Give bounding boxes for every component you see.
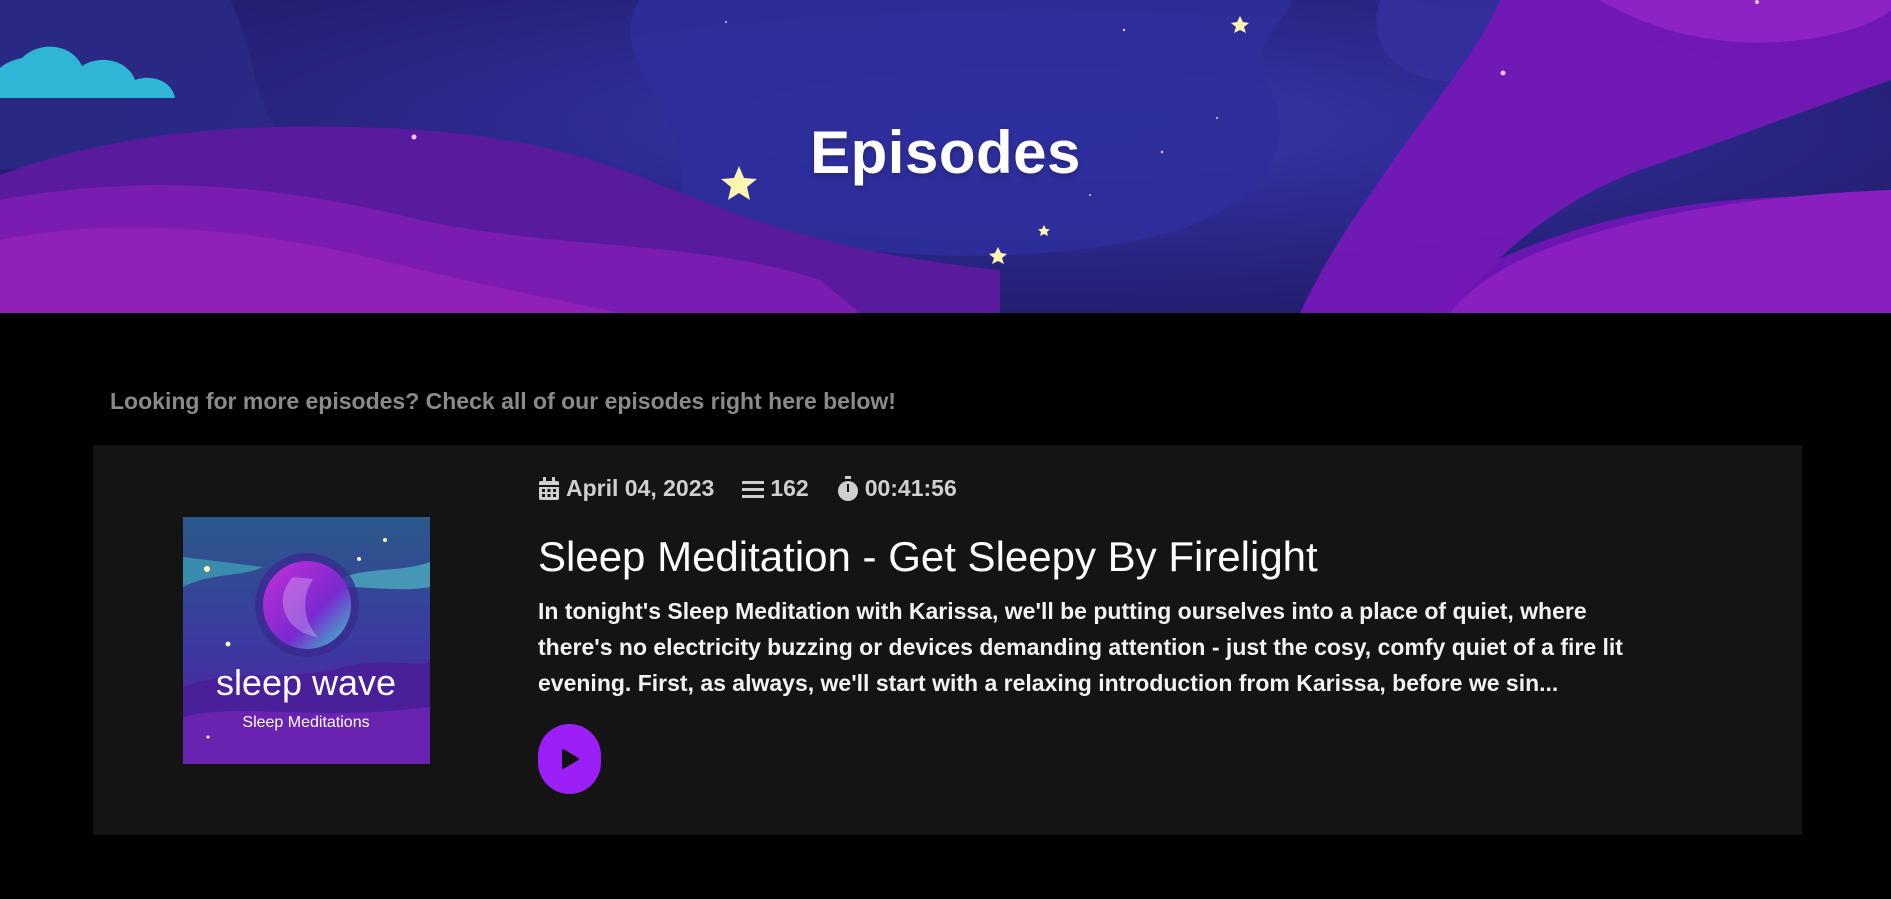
episode-description: In tonight's Sleep Meditation with Karis… <box>538 598 1623 696</box>
list-icon <box>742 480 765 498</box>
play-icon <box>561 749 579 769</box>
calendar-icon <box>539 476 559 500</box>
episode-duration-text: 00:41:56 <box>864 475 957 501</box>
episode-meta: April 04, 2023 162 00:41:56 <box>538 475 985 502</box>
hero-banner: Episodes <box>0 0 1891 313</box>
episode-number: 162 <box>742 475 809 502</box>
intro-text: Looking for more episodes? Check all of … <box>110 388 896 414</box>
episode-date: April 04, 2023 <box>538 475 714 502</box>
play-button[interactable] <box>538 724 601 794</box>
episode-duration: 00:41:56 <box>837 475 957 502</box>
episode-card: sleep wave Sleep Meditations April 04, 2… <box>93 445 1802 835</box>
episode-cover-art[interactable]: sleep wave Sleep Meditations <box>183 517 430 764</box>
stopwatch-icon <box>837 475 858 501</box>
page-title: Episodes <box>810 119 1081 186</box>
episode-date-text: April 04, 2023 <box>566 475 715 501</box>
episode-number-text: 162 <box>770 475 809 501</box>
episode-title[interactable]: Sleep Meditation - Get Sleepy By Firelig… <box>538 533 1318 581</box>
svg-text:Sleep Meditations: Sleep Meditations <box>242 714 369 731</box>
svg-text:sleep wave: sleep wave <box>216 662 396 703</box>
sleep-wave-logo: sleep wave Sleep Meditations <box>183 517 430 764</box>
